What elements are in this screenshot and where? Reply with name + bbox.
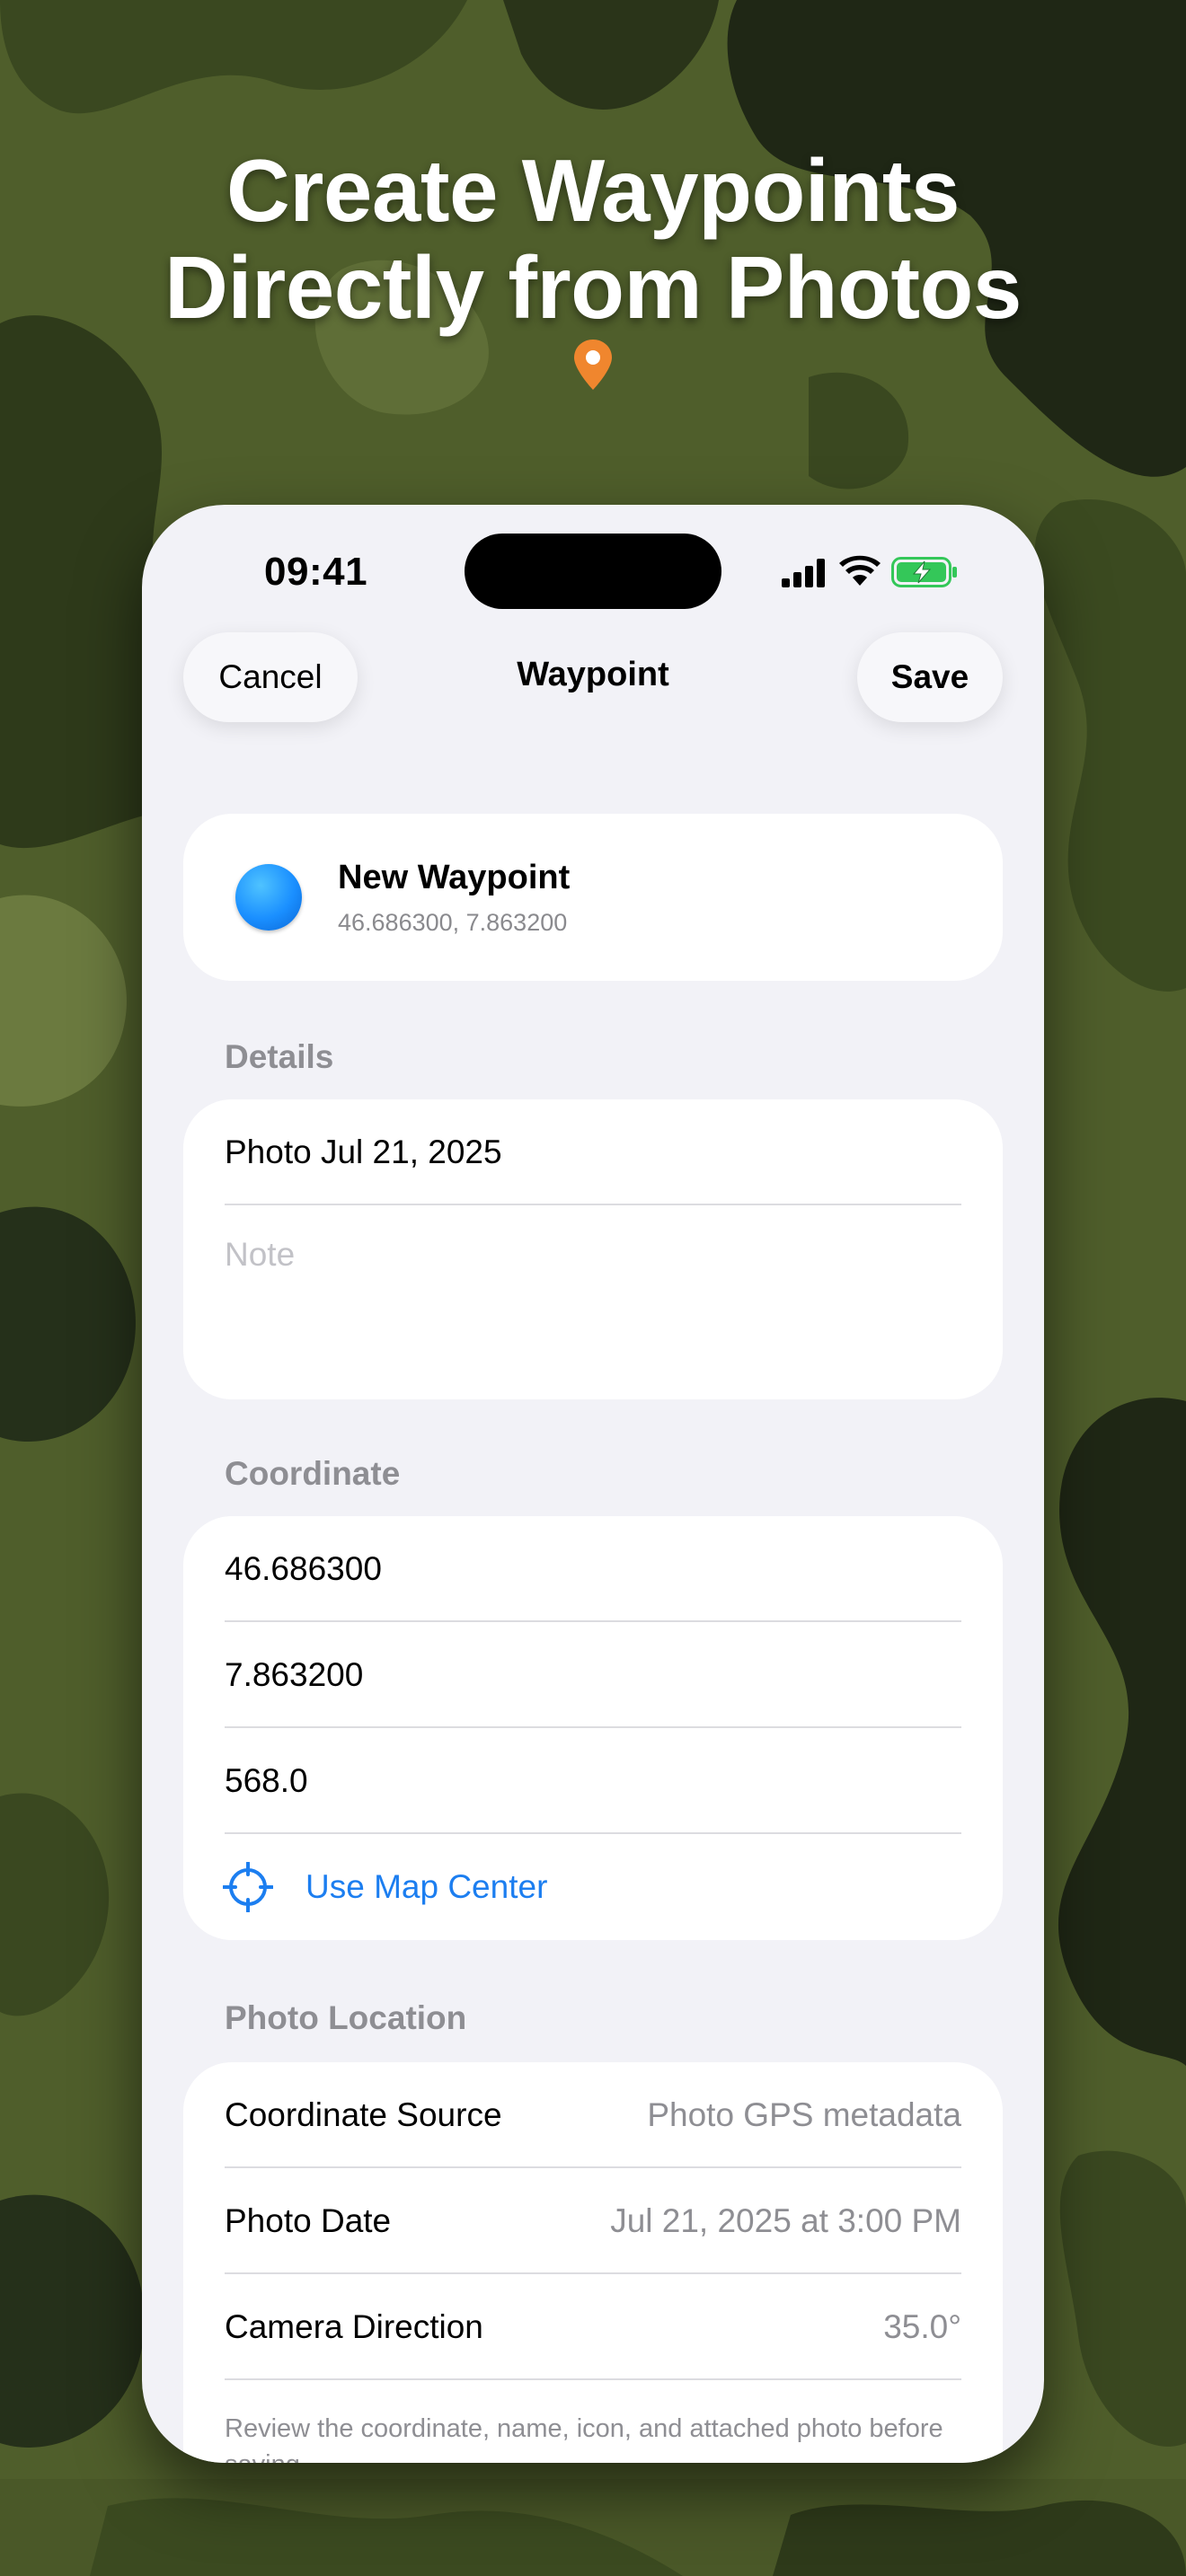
waypoint-name: New Waypoint (338, 859, 571, 896)
headline-line-1: Create Waypoints (226, 141, 960, 240)
use-map-center-button[interactable]: Use Map Center (223, 1834, 961, 1940)
photo-date-label: Photo Date (225, 2202, 392, 2239)
wifi-icon (839, 555, 881, 586)
coordinate-source-label: Coordinate Source (225, 2096, 502, 2133)
battery-charging-icon (891, 557, 957, 587)
waypoint-title-field[interactable]: Photo Jul 21, 2025 (225, 1099, 961, 1205)
altitude-value: 568.0 (225, 1762, 308, 1799)
headline: Create Waypoints Directly from Photos (0, 142, 1186, 336)
coordinate-source-row: Coordinate Source Photo GPS metadata (225, 2062, 961, 2168)
photo-location-section-header: Photo Location (225, 1999, 467, 2036)
camera-direction-label: Camera Direction (225, 2308, 483, 2345)
coordinate-source-value: Photo GPS metadata (647, 2096, 961, 2133)
crosshair-icon (223, 1862, 273, 1912)
status-time: 09:41 (264, 550, 368, 594)
photo-date-row: Photo Date Jul 21, 2025 at 3:00 PM (225, 2168, 961, 2274)
details-section-header: Details (225, 1038, 334, 1075)
use-map-center-label: Use Map Center (305, 1868, 548, 1905)
photo-location-card: Coordinate Source Photo GPS metadata Pho… (183, 2062, 1003, 2463)
latitude-field[interactable]: 46.686300 (225, 1516, 961, 1622)
camera-direction-value: 35.0° (883, 2308, 961, 2345)
cellular-signal-icon (782, 559, 825, 587)
details-card: Photo Jul 21, 2025 Note (183, 1099, 1003, 1399)
longitude-field[interactable]: 7.863200 (225, 1622, 961, 1728)
blue-dot-icon[interactable] (235, 864, 302, 931)
waypoint-title-value: Photo Jul 21, 2025 (225, 1134, 502, 1170)
camera-direction-row: Camera Direction 35.0° (225, 2274, 961, 2380)
save-button[interactable]: Save (857, 632, 1003, 722)
latitude-value: 46.686300 (225, 1550, 382, 1587)
altitude-field[interactable]: 568.0 (225, 1728, 961, 1834)
waypoint-summary-card: New Waypoint 46.686300, 7.863200 (183, 814, 1003, 981)
headline-line-2: Directly from Photos (164, 238, 1022, 337)
longitude-value: 7.863200 (225, 1656, 364, 1693)
waypoint-coords: 46.686300, 7.863200 (338, 909, 568, 936)
coordinate-section-header: Coordinate (225, 1455, 401, 1492)
photo-date-value: Jul 21, 2025 at 3:00 PM (610, 2202, 961, 2239)
phone-screen: 09:41 Cancel Waypoint Save New Waypoint … (142, 505, 1044, 2463)
coordinate-card: 46.686300 7.863200 568.0 Use Map Center (183, 1516, 1003, 1940)
note-field[interactable]: Note (225, 1236, 295, 1274)
dynamic-island (465, 534, 721, 609)
review-footnote: Review the coordinate, name, icon, and a… (225, 2414, 943, 2463)
map-pin-icon (574, 340, 612, 390)
